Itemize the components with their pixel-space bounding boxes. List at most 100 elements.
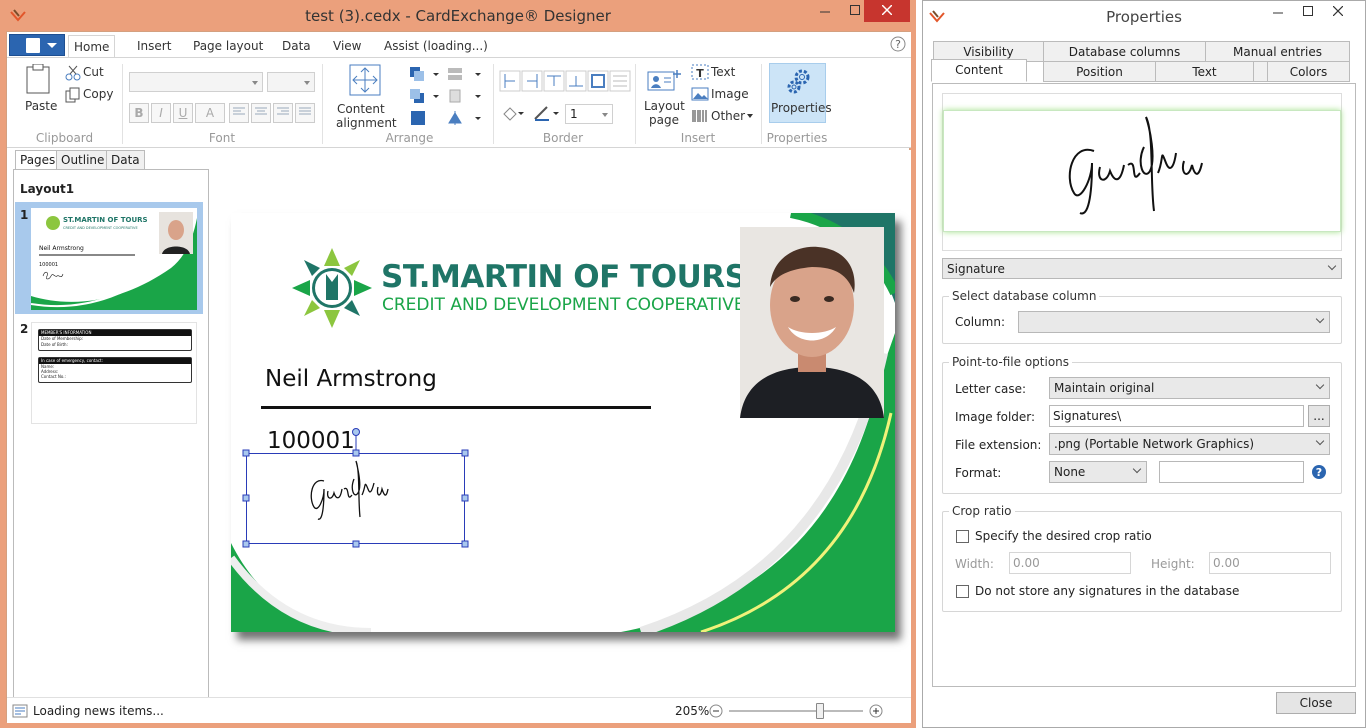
- group-properties-label: Properties: [766, 131, 828, 145]
- group-border-label: Border: [542, 131, 584, 145]
- format-input[interactable]: [1159, 461, 1304, 483]
- font-color-button[interactable]: A: [195, 103, 225, 123]
- maximize-icon: [1303, 6, 1313, 16]
- border-width-select[interactable]: 1: [565, 104, 613, 124]
- member-photo[interactable]: [740, 227, 884, 418]
- paste-button[interactable]: Paste: [15, 64, 63, 122]
- bold-button[interactable]: B: [129, 103, 149, 123]
- align-right-button[interactable]: [273, 103, 293, 123]
- barcode-icon: [692, 110, 707, 122]
- group-arrange-label: Arrange: [385, 131, 434, 145]
- no-store-checkbox-label[interactable]: Do not store any signatures in the datab…: [975, 584, 1239, 598]
- tab-view[interactable]: View: [328, 35, 366, 58]
- rotate-flip-icon[interactable]: [447, 110, 481, 126]
- layout-page-button[interactable]: Layout page: [641, 64, 685, 127]
- group-clipboard-label: Clipboard: [35, 131, 94, 145]
- zoom-slider-track[interactable]: [729, 710, 863, 712]
- group-objects-icon[interactable]: [409, 110, 429, 126]
- no-store-checkbox[interactable]: [956, 585, 969, 598]
- id-card: ST.MARTIN OF TOURS CREDIT AND DEVELOPMEN…: [231, 213, 895, 632]
- content-alignment-button[interactable]: Content alignment: [333, 62, 397, 130]
- crop-ratio-checkbox-label[interactable]: Specify the desired crop ratio: [975, 529, 1152, 543]
- file-extension-select[interactable]: .png (Portable Network Graphics): [1049, 433, 1330, 455]
- group-insert-label: Insert: [680, 131, 716, 145]
- border-width-value: 1: [570, 107, 578, 121]
- file-menu-button[interactable]: [9, 34, 65, 56]
- help-icon[interactable]: ?: [890, 36, 906, 52]
- align-center-button[interactable]: [251, 103, 271, 123]
- close-properties-button[interactable]: Close: [1276, 692, 1356, 714]
- emergency-line: Contact No.:: [41, 374, 66, 379]
- tab-position[interactable]: Position: [1043, 61, 1156, 82]
- cut-button[interactable]: Cut: [65, 64, 115, 82]
- properties-minimize-button[interactable]: [1263, 1, 1293, 23]
- border-style-buttons[interactable]: [499, 70, 631, 92]
- underline-button[interactable]: U: [173, 103, 193, 123]
- layout-page-label-2: page: [649, 113, 679, 127]
- properties-close-x-button[interactable]: [1323, 1, 1353, 23]
- db-column-group: Select database column Column:: [942, 289, 1342, 344]
- zoom-in-icon[interactable]: [869, 704, 883, 718]
- letter-case-select[interactable]: Maintain original: [1049, 377, 1330, 399]
- insert-other-button[interactable]: Other: [691, 108, 755, 126]
- tab-pages[interactable]: Pages: [15, 150, 61, 170]
- column-label: Column:: [955, 315, 1005, 329]
- crop-height-label: Height:: [1151, 557, 1195, 571]
- selection-handles[interactable]: [241, 425, 473, 551]
- tab-insert[interactable]: Insert: [132, 35, 176, 58]
- zoom-slider-thumb[interactable]: [816, 703, 825, 719]
- minimize-button[interactable]: [810, 0, 840, 22]
- tab-content[interactable]: Content: [931, 59, 1027, 82]
- tab-page-layout[interactable]: Page layout: [188, 35, 268, 58]
- member-name[interactable]: Neil Armstrong: [265, 366, 437, 392]
- crop-height-input[interactable]: 0.00: [1209, 552, 1331, 574]
- image-folder-input[interactable]: Signatures\: [1049, 405, 1304, 427]
- content-tab-panel: Signature Select database column Column:…: [932, 83, 1356, 687]
- dropdown-arrow-icon: [602, 113, 608, 117]
- distribute-objects-icon[interactable]: [447, 88, 481, 104]
- content-type-select[interactable]: Signature: [942, 258, 1342, 279]
- crop-ratio-checkbox[interactable]: [956, 530, 969, 543]
- italic-button[interactable]: I: [151, 103, 171, 123]
- fill-color-icon[interactable]: [501, 104, 525, 122]
- properties-button[interactable]: Properties: [769, 63, 832, 123]
- insert-image-label: Image: [711, 87, 749, 101]
- tab-database-columns[interactable]: Database columns: [1043, 41, 1206, 62]
- minimize-icon: [1273, 12, 1283, 14]
- align-left-button[interactable]: [229, 103, 249, 123]
- close-button[interactable]: [864, 0, 910, 22]
- tab-text[interactable]: Text: [1155, 61, 1254, 82]
- bring-forward-icon[interactable]: [409, 66, 439, 82]
- insert-text-button[interactable]: T Text: [691, 64, 751, 82]
- svg-text:?: ?: [1316, 466, 1322, 479]
- justify-button[interactable]: [295, 103, 315, 123]
- copy-button[interactable]: Copy: [65, 86, 119, 104]
- page-thumb-1[interactable]: 1 ST.MARTIN OF TOURS CREDIT AND DEVELOPM…: [15, 202, 203, 314]
- close-icon: [1332, 5, 1344, 17]
- properties-maximize-button[interactable]: [1293, 1, 1323, 23]
- crop-width-input[interactable]: 0.00: [1009, 552, 1131, 574]
- tab-assist[interactable]: Assist (loading...): [379, 35, 493, 58]
- design-canvas[interactable]: ST.MARTIN OF TOURS CREDIT AND DEVELOPMEN…: [215, 150, 911, 698]
- send-backward-icon[interactable]: [409, 88, 439, 104]
- svg-text:T: T: [696, 67, 704, 80]
- font-family-select[interactable]: [129, 72, 263, 92]
- column-select[interactable]: [1018, 311, 1330, 333]
- tab-data-pane[interactable]: Data: [106, 150, 145, 170]
- insert-image-button[interactable]: Image: [691, 86, 755, 104]
- tab-data[interactable]: Data: [277, 35, 316, 58]
- page-thumb-2[interactable]: 2 MEMBER'S INFORMATION Date of Membershi…: [15, 316, 203, 428]
- format-select[interactable]: None: [1049, 461, 1147, 483]
- tab-manual-entries[interactable]: Manual entries: [1205, 41, 1350, 62]
- help-icon[interactable]: ?: [1311, 464, 1327, 480]
- font-size-select[interactable]: [267, 72, 315, 92]
- tab-home[interactable]: Home: [68, 35, 116, 58]
- browse-folder-button[interactable]: ...: [1308, 405, 1330, 427]
- insert-text-label: Text: [711, 65, 736, 79]
- tab-colors[interactable]: Colors: [1267, 61, 1350, 82]
- line-color-icon[interactable]: [533, 104, 563, 122]
- zoom-out-icon[interactable]: [709, 704, 723, 718]
- format-label: Format:: [955, 466, 1002, 480]
- tab-outline[interactable]: Outline: [56, 150, 110, 170]
- align-objects-icon[interactable]: [447, 66, 481, 82]
